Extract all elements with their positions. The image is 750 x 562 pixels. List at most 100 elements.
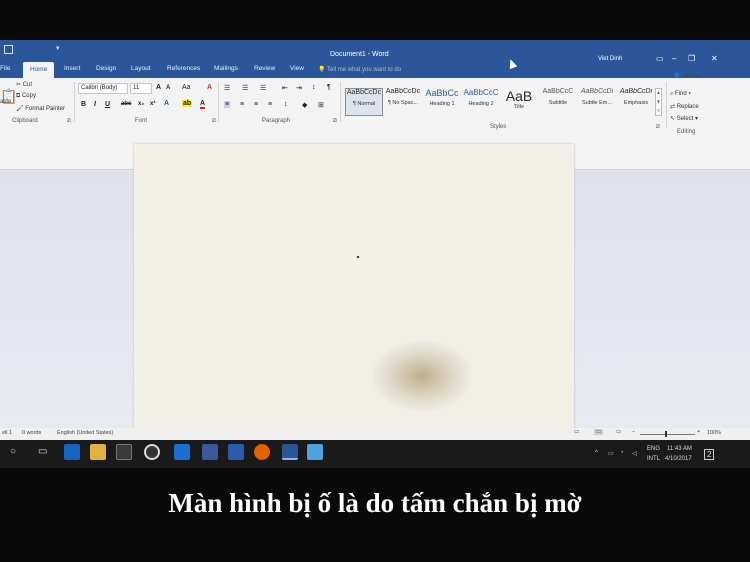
multilevel-list-icon[interactable]: ☰ bbox=[260, 84, 266, 92]
tab-file[interactable]: File bbox=[0, 65, 10, 72]
tab-insert[interactable]: Insert bbox=[64, 65, 80, 72]
store-icon[interactable] bbox=[116, 444, 132, 460]
bullets-icon[interactable]: ☰ bbox=[224, 84, 230, 92]
clock-date[interactable]: 4/10/2017 bbox=[665, 456, 692, 462]
task-view-icon[interactable]: ▭ bbox=[38, 446, 47, 457]
zoom-in-icon[interactable]: + bbox=[697, 429, 700, 435]
tab-review[interactable]: Review bbox=[254, 65, 275, 72]
app-icon[interactable] bbox=[144, 444, 160, 460]
style-sample: AaBbCcDi bbox=[619, 88, 653, 95]
underline-button[interactable]: U bbox=[105, 101, 110, 108]
wifi-icon[interactable]: ◔ bbox=[620, 450, 624, 456]
find-button[interactable]: ⌕ Find ▾ bbox=[670, 91, 691, 98]
dialog-launcher-icon[interactable]: ⧄ bbox=[67, 118, 71, 125]
status-bar: ell 1 0 words English (United States) ▭ … bbox=[0, 428, 750, 440]
increase-indent-icon[interactable]: ⇥ bbox=[296, 84, 302, 92]
numbering-icon[interactable]: ☰ bbox=[242, 84, 248, 92]
font-name-combo[interactable]: Calibri (Body) bbox=[78, 83, 128, 94]
grow-font-button[interactable]: A bbox=[156, 84, 161, 91]
highlight-icon[interactable]: ab bbox=[182, 100, 193, 107]
tab-home[interactable]: Home bbox=[23, 62, 55, 78]
paste-button[interactable]: aste bbox=[0, 99, 11, 105]
line-spacing-icon[interactable]: ↕ bbox=[284, 101, 288, 108]
style-name: Heading 2 bbox=[468, 101, 494, 107]
style-subtle-emphasis[interactable]: AaBbCcDi Subtle Em... bbox=[578, 88, 616, 116]
word-count[interactable]: 0 words bbox=[22, 430, 41, 436]
italic-button[interactable]: I bbox=[94, 101, 96, 108]
borders-icon[interactable]: ⊞ bbox=[318, 101, 324, 109]
keyboard-layout[interactable]: INTL bbox=[647, 456, 660, 462]
clock-time[interactable]: 11:43 AM bbox=[667, 446, 692, 452]
replace-button[interactable]: ⇄ Replace bbox=[670, 103, 699, 110]
tab-design[interactable]: Design bbox=[96, 65, 116, 72]
skype-icon[interactable] bbox=[307, 444, 323, 460]
document-page[interactable] bbox=[134, 144, 574, 432]
print-layout-icon[interactable]: ▭ bbox=[594, 429, 604, 435]
tell-me-box[interactable]: 💡 Tell me what you want to do bbox=[318, 66, 401, 73]
page-count[interactable]: ell 1 bbox=[2, 430, 12, 436]
style-heading-2[interactable]: AaBbCcC Heading 2 bbox=[462, 88, 500, 116]
style-title[interactable]: AaB Title bbox=[500, 88, 538, 116]
style-no-spacing[interactable]: AaBbCcDc ¶ No Spac... bbox=[384, 88, 422, 116]
quick-access-dropdown-icon[interactable]: ▾ bbox=[56, 44, 60, 52]
sort-icon[interactable]: ↕ bbox=[312, 84, 316, 91]
styles-gallery-scroll[interactable]: ▴ ▾ ▿ bbox=[655, 88, 662, 116]
tab-view[interactable]: View bbox=[290, 65, 304, 72]
read-mode-icon[interactable]: ▭ bbox=[574, 429, 579, 435]
zoom-slider[interactable] bbox=[640, 434, 695, 435]
web-layout-icon[interactable]: ▭ bbox=[616, 429, 621, 435]
superscript-icon[interactable]: x² bbox=[150, 101, 155, 107]
zoom-level[interactable]: 100% bbox=[707, 430, 721, 436]
style-normal[interactable]: AaBbCcDc ¶ Normal bbox=[345, 88, 383, 116]
tab-layout[interactable]: Layout bbox=[131, 65, 151, 72]
clear-formatting-icon[interactable]: A bbox=[207, 84, 212, 91]
facebook-icon[interactable] bbox=[202, 444, 218, 460]
select-button[interactable]: ↖ Select ▾ bbox=[670, 115, 698, 122]
firefox-icon[interactable] bbox=[254, 444, 270, 460]
text-effects-icon[interactable]: A bbox=[164, 100, 169, 107]
battery-icon[interactable]: ▭ bbox=[608, 450, 614, 457]
subscript-icon[interactable]: x₂ bbox=[138, 101, 144, 107]
format-painter-button[interactable]: 🖌 Format Painter bbox=[16, 105, 65, 112]
align-center-icon[interactable]: ≡ bbox=[240, 101, 244, 108]
word-taskbar-icon[interactable] bbox=[282, 444, 298, 460]
edge-icon[interactable] bbox=[64, 444, 80, 460]
tell-me-text: Tell me what you want to do bbox=[327, 67, 402, 73]
copy-label: Copy bbox=[21, 93, 36, 99]
file-explorer-icon[interactable] bbox=[90, 444, 106, 460]
shrink-font-button[interactable]: A bbox=[166, 85, 170, 91]
lightbulb-icon: 💡 bbox=[318, 67, 326, 73]
copy-button[interactable]: ⧉ Copy bbox=[16, 93, 36, 100]
zoom-out-icon[interactable]: − bbox=[632, 429, 635, 435]
align-right-icon[interactable]: ≡ bbox=[254, 101, 258, 108]
save-icon[interactable] bbox=[4, 45, 13, 54]
font-color-icon[interactable]: A bbox=[200, 100, 206, 109]
tab-references[interactable]: References bbox=[167, 65, 200, 72]
notification-icon[interactable]: 2 bbox=[704, 449, 715, 460]
tab-mailings[interactable]: Mailings bbox=[214, 65, 238, 72]
decrease-indent-icon[interactable]: ⇤ bbox=[282, 84, 288, 92]
change-case-button[interactable]: Aa bbox=[182, 84, 191, 91]
input-language[interactable]: ENG bbox=[647, 446, 660, 452]
style-subtitle[interactable]: AaBbCcC Subtitle bbox=[539, 88, 577, 116]
volume-icon[interactable]: ◁ bbox=[632, 450, 637, 457]
language-indicator[interactable]: English (United States) bbox=[57, 430, 113, 436]
messenger-icon[interactable] bbox=[228, 444, 244, 460]
justify-icon[interactable]: ≡ bbox=[268, 101, 272, 108]
outlook-icon[interactable] bbox=[174, 444, 190, 460]
shading-icon[interactable]: ◆ bbox=[302, 101, 307, 109]
show-marks-icon[interactable]: ¶ bbox=[327, 84, 331, 91]
strikethrough-button[interactable]: abc bbox=[121, 101, 131, 107]
cut-button[interactable]: ✂ Cut bbox=[16, 81, 32, 88]
font-dialog-launcher-icon[interactable]: ⧄ bbox=[212, 118, 216, 125]
paragraph-dialog-launcher-icon[interactable]: ⧄ bbox=[333, 118, 337, 125]
font-size-combo[interactable]: 11 bbox=[130, 83, 152, 94]
style-heading-1[interactable]: AaBbCc Heading 1 bbox=[423, 88, 461, 116]
bold-button[interactable]: B bbox=[81, 101, 86, 108]
align-left-icon[interactable]: ≡ bbox=[224, 101, 231, 108]
styles-dialog-launcher-icon[interactable]: ⧄ bbox=[656, 124, 660, 131]
zoom-slider-thumb[interactable] bbox=[665, 431, 667, 437]
style-emphasis[interactable]: AaBbCcDi Emphasis bbox=[617, 88, 655, 116]
chevron-up-icon[interactable]: ^ bbox=[595, 450, 598, 456]
start-icon[interactable]: ○ bbox=[10, 446, 16, 457]
